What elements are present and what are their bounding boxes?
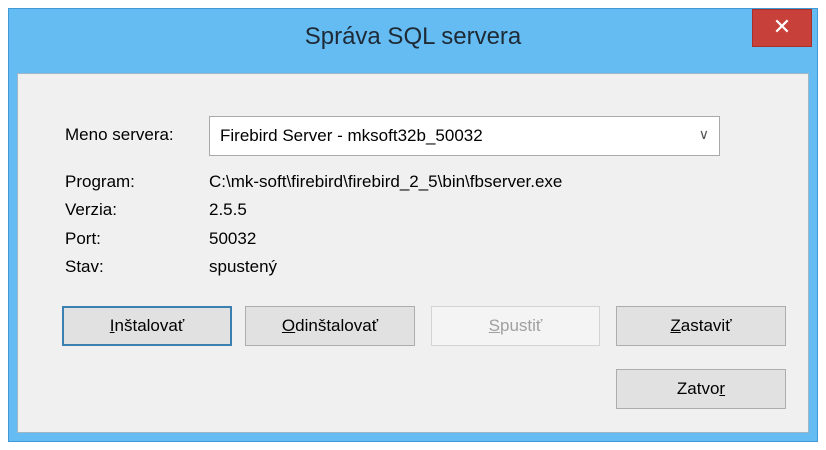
uninstall-button-label: dinštalovať [295, 316, 379, 335]
chevron-down-icon[interactable]: ∨ [699, 126, 709, 143]
start-button-label: pustiť [500, 316, 543, 335]
state-value: spustený [209, 257, 278, 276]
uninstall-button[interactable]: Odinštalovať [245, 306, 415, 346]
close-icon: ✕ [772, 14, 792, 39]
stop-button-mnemonic: Z [670, 316, 681, 335]
title-bar[interactable]: Správa SQL servera ✕ [9, 9, 817, 73]
version-value: 2.5.5 [209, 200, 247, 219]
server-name-value: Firebird Server - mksoft32b_50032 [220, 126, 483, 145]
close-window-button[interactable]: ✕ [752, 9, 812, 47]
close-button-mnemonic: r [719, 379, 726, 398]
program-value: C:\mk-soft\firebird\firebird_2_5\bin\fbs… [209, 172, 563, 191]
server-name-label: Meno servera: [65, 125, 174, 144]
port-label: Port: [65, 229, 101, 248]
stop-button-label: astaviť [680, 316, 732, 335]
version-label: Verzia: [65, 200, 117, 219]
install-button-label: nštalovať [114, 316, 185, 335]
dialog-window: Správa SQL servera ✕ Meno servera: Fireb… [8, 8, 818, 442]
server-name-select[interactable]: Firebird Server - mksoft32b_50032 ∨ [209, 116, 720, 156]
install-button[interactable]: Inštalovať [62, 306, 232, 346]
uninstall-button-mnemonic: O [281, 316, 296, 335]
program-label: Program: [65, 172, 135, 191]
start-button[interactable]: Spustiť [431, 306, 600, 346]
window-title: Správa SQL servera [304, 23, 522, 50]
close-button-label: Zatvo [676, 379, 720, 398]
stop-button[interactable]: Zastaviť [616, 306, 786, 346]
port-value: 50032 [209, 229, 257, 248]
dialog-client-area: Meno servera: Firebird Server - mksoft32… [17, 73, 809, 433]
state-label: Stav: [65, 257, 104, 276]
close-button[interactable]: Zatvor [616, 369, 786, 409]
start-button-mnemonic: S [488, 316, 501, 335]
